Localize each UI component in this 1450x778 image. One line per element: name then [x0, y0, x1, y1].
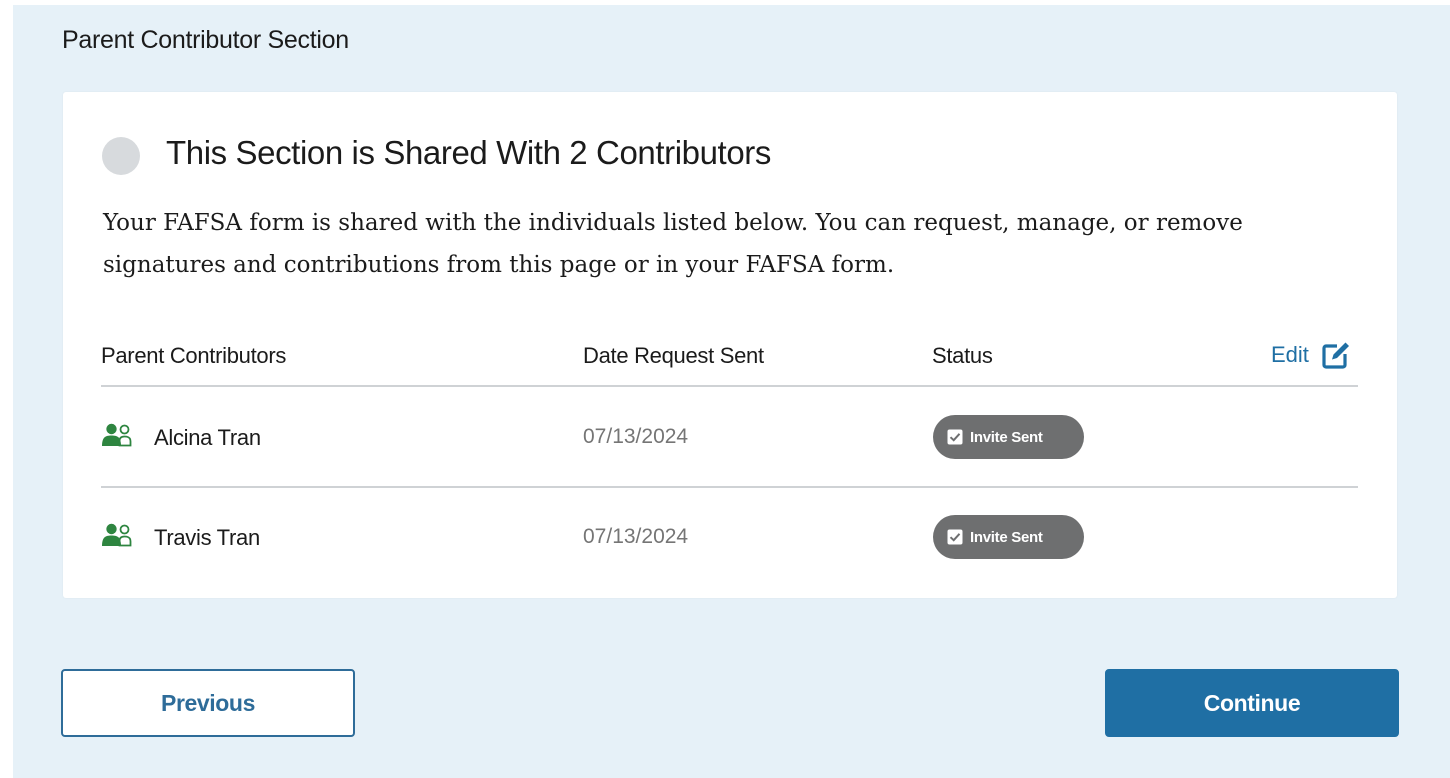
contributor-name: Alcina Tran — [154, 425, 261, 450]
status-badge: Invite Sent — [933, 415, 1084, 459]
table-row: Alcina Tran 07/13/2024 Invite Sent — [101, 415, 1358, 463]
column-header-contributors: Parent Contributors — [101, 343, 287, 368]
section-title: Parent Contributor Section — [62, 26, 349, 54]
column-header-status: Status — [932, 343, 993, 368]
status-label: Invite Sent — [970, 528, 1043, 546]
users-icon — [102, 523, 132, 547]
table-header-divider — [101, 385, 1358, 387]
card-heading: This Section is Shared With 2 Contributo… — [166, 134, 771, 171]
checkbox-check-icon — [947, 529, 963, 545]
previous-button[interactable]: Previous — [61, 669, 355, 737]
card-description: Your FAFSA form is shared with the indiv… — [103, 210, 1243, 278]
checkbox-check-icon — [947, 429, 963, 445]
status-badge: Invite Sent — [933, 515, 1084, 559]
edit-icon — [1322, 342, 1349, 369]
continue-button[interactable]: Continue — [1105, 669, 1399, 737]
section-status-indicator — [102, 137, 140, 175]
status-label: Invite Sent — [970, 428, 1043, 446]
users-icon — [102, 423, 132, 447]
edit-label: Edit — [1271, 342, 1309, 367]
table-row: Travis Tran 07/13/2024 Invite Sent — [101, 515, 1358, 563]
column-header-date: Date Request Sent — [583, 343, 764, 368]
contributor-name: Travis Tran — [154, 525, 260, 550]
edit-link[interactable]: Edit — [1271, 340, 1351, 370]
request-date: 07/13/2024 — [583, 425, 689, 448]
request-date: 07/13/2024 — [583, 525, 689, 548]
table-row-divider — [101, 486, 1358, 488]
